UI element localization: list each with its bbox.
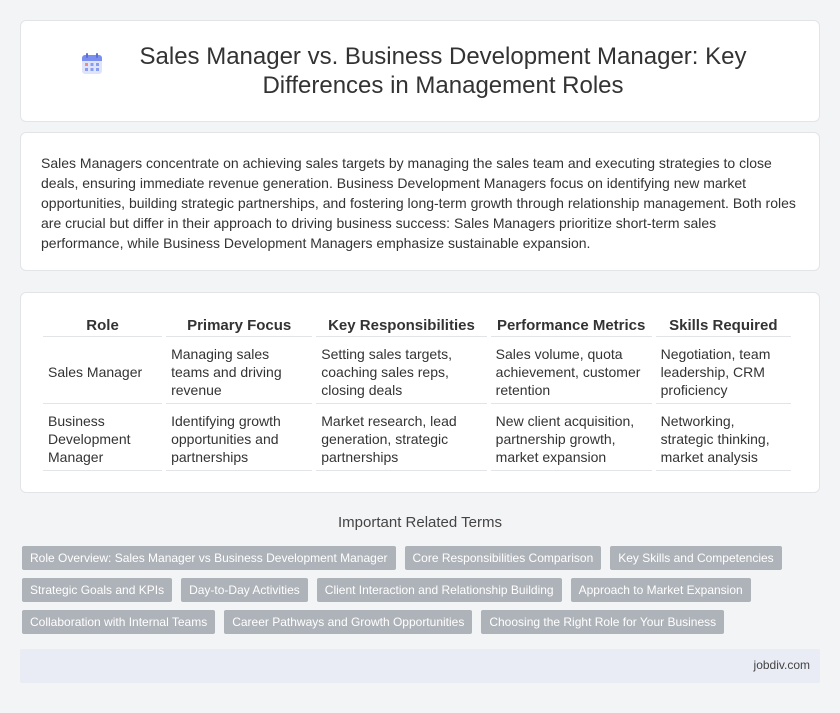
comparison-table: Role Primary Focus Key Responsibilities … — [39, 313, 795, 471]
related-term-link[interactable]: Key Skills and Competencies — [610, 546, 782, 570]
table-header-row: Role Primary Focus Key Responsibilities … — [43, 313, 791, 337]
table-cell: Sales Manager — [43, 337, 163, 404]
table-cell: Networking, strategic thinking, market a… — [655, 404, 791, 471]
related-term-link[interactable]: Collaboration with Internal Teams — [22, 610, 216, 634]
table-cell: Market research, lead generation, strate… — [316, 404, 487, 471]
related-term-link[interactable]: Client Interaction and Relationship Buil… — [316, 578, 562, 602]
calendar-icon — [82, 53, 102, 74]
column-header-primary-focus: Primary Focus — [166, 313, 313, 337]
footer: jobdiv.com — [20, 649, 820, 683]
header-card: Sales Manager vs. Business Development M… — [20, 20, 820, 122]
table-cell: Managing sales teams and driving revenue — [166, 337, 313, 404]
table-cell: New client acquisition, partnership grow… — [490, 404, 652, 471]
related-term-link[interactable]: Core Responsibilities Comparison — [404, 546, 602, 570]
table-cell: Sales volume, quota achievement, custome… — [490, 337, 652, 404]
table-cell: Identifying growth opportunities and par… — [166, 404, 313, 471]
related-term-link[interactable]: Strategic Goals and KPIs — [22, 578, 173, 602]
column-header-performance-metrics: Performance Metrics — [490, 313, 652, 337]
column-header-key-responsibilities: Key Responsibilities — [316, 313, 487, 337]
comparison-table-card: Role Primary Focus Key Responsibilities … — [20, 292, 820, 493]
table-row: Business Development Manager Identifying… — [43, 404, 791, 471]
related-term-link[interactable]: Career Pathways and Growth Opportunities — [224, 610, 473, 634]
table-cell: Negotiation, team leadership, CRM profic… — [655, 337, 791, 404]
table-row: Sales Manager Managing sales teams and d… — [43, 337, 791, 404]
tag-row: Strategic Goals and KPIs Day-to-Day Acti… — [22, 578, 822, 602]
column-header-role: Role — [43, 313, 163, 337]
intro-card: Sales Managers concentrate on achieving … — [20, 132, 820, 271]
related-terms-title: Important Related Terms — [338, 514, 502, 531]
intro-text: Sales Managers concentrate on achieving … — [41, 155, 796, 251]
page-title: Sales Manager vs. Business Development M… — [139, 43, 747, 99]
related-term-link[interactable]: Role Overview: Sales Manager vs Business… — [22, 546, 396, 570]
tag-row: Collaboration with Internal Teams Career… — [22, 610, 822, 634]
table-cell: Setting sales targets, coaching sales re… — [316, 337, 487, 404]
table-cell: Business Development Manager — [43, 404, 163, 471]
related-term-link[interactable]: Day-to-Day Activities — [181, 578, 308, 602]
related-term-link[interactable]: Choosing the Right Role for Your Busines… — [481, 610, 725, 634]
column-header-skills-required: Skills Required — [655, 313, 791, 337]
tag-row: Role Overview: Sales Manager vs Business… — [22, 546, 822, 570]
related-terms-list: Role Overview: Sales Manager vs Business… — [22, 546, 822, 642]
footer-site-name: jobdiv.com — [753, 658, 810, 672]
related-term-link[interactable]: Approach to Market Expansion — [570, 578, 751, 602]
